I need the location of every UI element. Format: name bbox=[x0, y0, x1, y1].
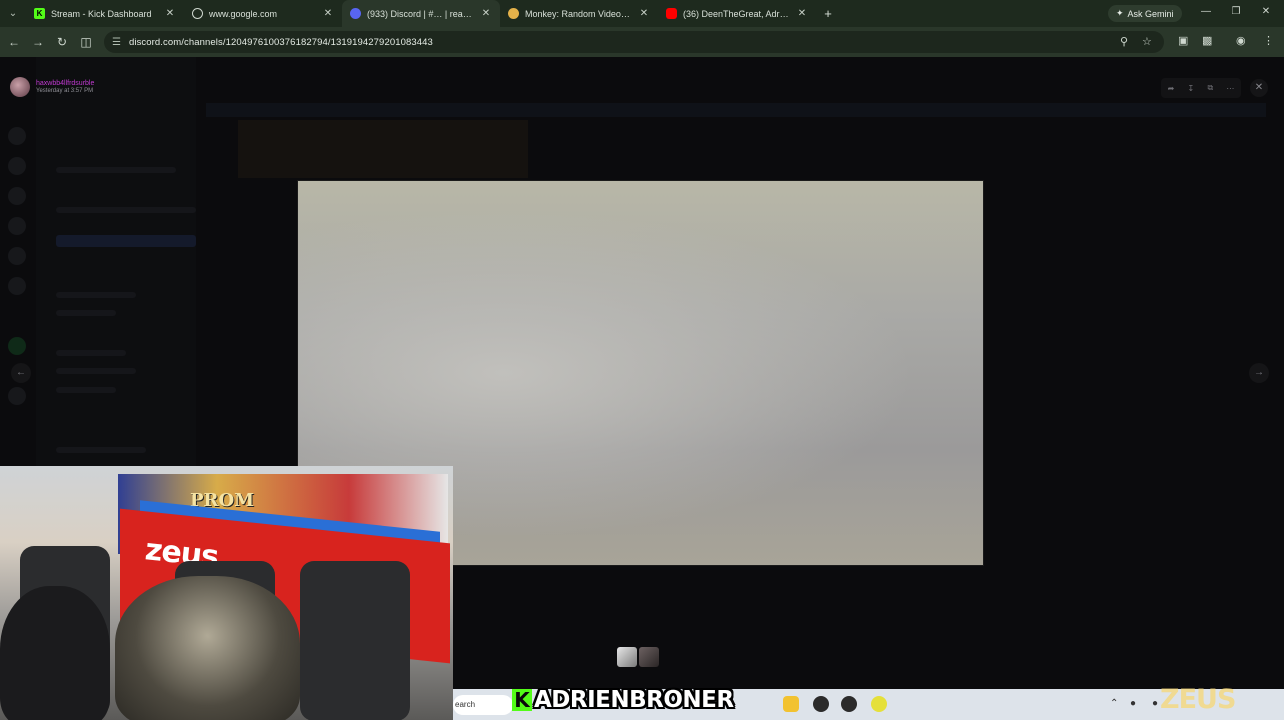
gaming-chair bbox=[300, 561, 410, 720]
channel-row bbox=[56, 207, 196, 213]
address-bar[interactable]: ☰ discord.com/channels/12049761003761827… bbox=[104, 31, 1164, 53]
discord-icon bbox=[350, 8, 361, 19]
thumbnail[interactable] bbox=[617, 647, 637, 667]
file-explorer-icon[interactable] bbox=[783, 696, 799, 712]
avatar[interactable] bbox=[10, 77, 30, 97]
tab-title: (933) Discord | #… | reactions bbox=[367, 8, 474, 19]
server-list bbox=[0, 57, 36, 467]
extension-icon[interactable]: ▣ bbox=[1178, 34, 1188, 47]
channel-row bbox=[56, 167, 176, 173]
channel-header-bar bbox=[206, 103, 1266, 117]
youtube-icon bbox=[666, 8, 677, 19]
taskbar-search-input[interactable]: earch bbox=[453, 695, 513, 715]
download-icon[interactable]: ↧ bbox=[1188, 84, 1195, 93]
close-tab-icon[interactable]: ✕ bbox=[480, 8, 492, 19]
tray-app-icon[interactable]: ● bbox=[1152, 698, 1158, 709]
lightbox-toolbar: ➦ ↧ ⧉ ⋯ bbox=[1161, 78, 1241, 98]
server-icon bbox=[8, 247, 26, 265]
new-tab-button[interactable]: + bbox=[816, 6, 840, 21]
channel-row bbox=[56, 292, 136, 298]
gemini-sparkle-icon: ✦ bbox=[1116, 8, 1124, 18]
thumbnail[interactable] bbox=[639, 647, 659, 667]
ask-gemini-button[interactable]: ✦ Ask Gemini bbox=[1108, 5, 1182, 22]
site-info-icon[interactable]: ☰ bbox=[112, 37, 121, 48]
tab-title: Monkey: Random Video Chat | bbox=[525, 8, 632, 19]
tab-youtube[interactable]: (36) DeenTheGreat, Adrien Bro… ✕ bbox=[658, 0, 816, 27]
close-lightbox-button[interactable]: ✕ bbox=[1250, 79, 1268, 97]
server-icon bbox=[8, 217, 26, 235]
person bbox=[115, 576, 300, 720]
tab-google[interactable]: www.google.com ✕ bbox=[184, 0, 342, 27]
minimize-icon[interactable]: — bbox=[1199, 6, 1213, 17]
browser-tab-strip: ⌄ K Stream - Kick Dashboard ✕ www.google… bbox=[0, 0, 1284, 27]
message-timestamp: Yesterday at 3:57 PM bbox=[36, 88, 94, 94]
person bbox=[0, 586, 110, 720]
channel-row bbox=[56, 368, 136, 374]
split-view-icon[interactable]: ◫ bbox=[74, 35, 98, 49]
ask-gemini-label: Ask Gemini bbox=[1127, 8, 1174, 19]
streamer-name: ADRIENBRONER bbox=[534, 687, 734, 713]
streamer-name-tag: K ADRIENBRONER bbox=[512, 686, 734, 714]
channel-row bbox=[56, 310, 116, 316]
kebab-menu-icon[interactable]: ⋮ bbox=[1263, 34, 1274, 47]
media-player-icon[interactable] bbox=[841, 696, 857, 712]
globe-icon bbox=[192, 8, 203, 19]
author-username[interactable]: haxwbb4llfrdsurble bbox=[36, 80, 94, 87]
screen: ⌄ K Stream - Kick Dashboard ✕ www.google… bbox=[0, 0, 1284, 720]
tray-chevron-icon[interactable]: ⌃ bbox=[1110, 698, 1118, 709]
close-tab-icon[interactable]: ✕ bbox=[796, 8, 808, 19]
tab-monkey[interactable]: Monkey: Random Video Chat | ✕ bbox=[500, 0, 658, 27]
bookmark-star-icon[interactable]: ☆ bbox=[1142, 35, 1152, 48]
server-icon bbox=[8, 337, 26, 355]
tab-discord[interactable]: (933) Discord | #… | reactions ✕ bbox=[342, 0, 500, 27]
browser-toolbar: ← → ↻ ◫ ☰ discord.com/channels/120497610… bbox=[0, 27, 1284, 57]
kick-logo-icon: K bbox=[512, 689, 532, 711]
server-icon bbox=[8, 127, 26, 145]
channel-row bbox=[56, 350, 126, 356]
tab-search-icon[interactable]: ⌄ bbox=[0, 0, 26, 27]
monkey-icon bbox=[508, 8, 519, 19]
server-icon bbox=[8, 157, 26, 175]
channel-row bbox=[56, 447, 146, 453]
reload-icon[interactable]: ↻ bbox=[50, 35, 74, 49]
channel-list bbox=[36, 57, 196, 467]
tab-title: (36) DeenTheGreat, Adrien Bro… bbox=[683, 8, 790, 19]
channel-row bbox=[56, 235, 196, 247]
forward-icon[interactable]: ➦ bbox=[1168, 84, 1175, 93]
lightbox-thumbnail-strip bbox=[617, 647, 659, 667]
more-options-icon[interactable]: ⋯ bbox=[1226, 84, 1234, 93]
tab-title: Stream - Kick Dashboard bbox=[51, 8, 152, 19]
server-icon bbox=[8, 387, 26, 405]
close-window-icon[interactable]: ✕ bbox=[1259, 6, 1273, 17]
open-external-icon[interactable]: ⧉ bbox=[1207, 83, 1213, 93]
close-tab-icon[interactable]: ✕ bbox=[322, 8, 334, 19]
chat-attachment bbox=[238, 120, 528, 178]
server-icon bbox=[8, 187, 26, 205]
channel-row bbox=[56, 387, 116, 393]
next-image-button[interactable]: → bbox=[1249, 363, 1269, 383]
app-icon[interactable] bbox=[871, 696, 887, 712]
server-icon bbox=[8, 277, 26, 295]
url-text: discord.com/channels/1204976100376182794… bbox=[128, 36, 433, 48]
tab-kick-dashboard[interactable]: K Stream - Kick Dashboard ✕ bbox=[26, 0, 184, 27]
close-tab-icon[interactable]: ✕ bbox=[164, 8, 176, 19]
back-icon[interactable]: ← bbox=[2, 35, 26, 49]
restore-icon[interactable]: ❐ bbox=[1229, 6, 1243, 17]
lightbox-author[interactable]: haxwbb4llfrdsurble Yesterday at 3:57 PM bbox=[10, 77, 94, 97]
forward-icon[interactable]: → bbox=[26, 35, 50, 49]
sponsor-logo-watermark: ZEUS bbox=[1160, 684, 1236, 715]
close-tab-icon[interactable]: ✕ bbox=[638, 8, 650, 19]
tab-title: www.google.com bbox=[209, 8, 278, 19]
profile-avatar[interactable]: ◉ bbox=[1236, 34, 1246, 47]
extensions-puzzle-icon[interactable]: ▩ bbox=[1202, 34, 1212, 47]
tray-app-icon[interactable]: ● bbox=[1130, 698, 1136, 709]
streamer-webcam: PROM zeus bbox=[0, 466, 453, 720]
kick-icon: K bbox=[34, 8, 45, 19]
zoom-icon[interactable]: ⚲ bbox=[1120, 35, 1128, 48]
app-icon[interactable] bbox=[813, 696, 829, 712]
previous-image-button[interactable]: ← bbox=[11, 363, 31, 383]
